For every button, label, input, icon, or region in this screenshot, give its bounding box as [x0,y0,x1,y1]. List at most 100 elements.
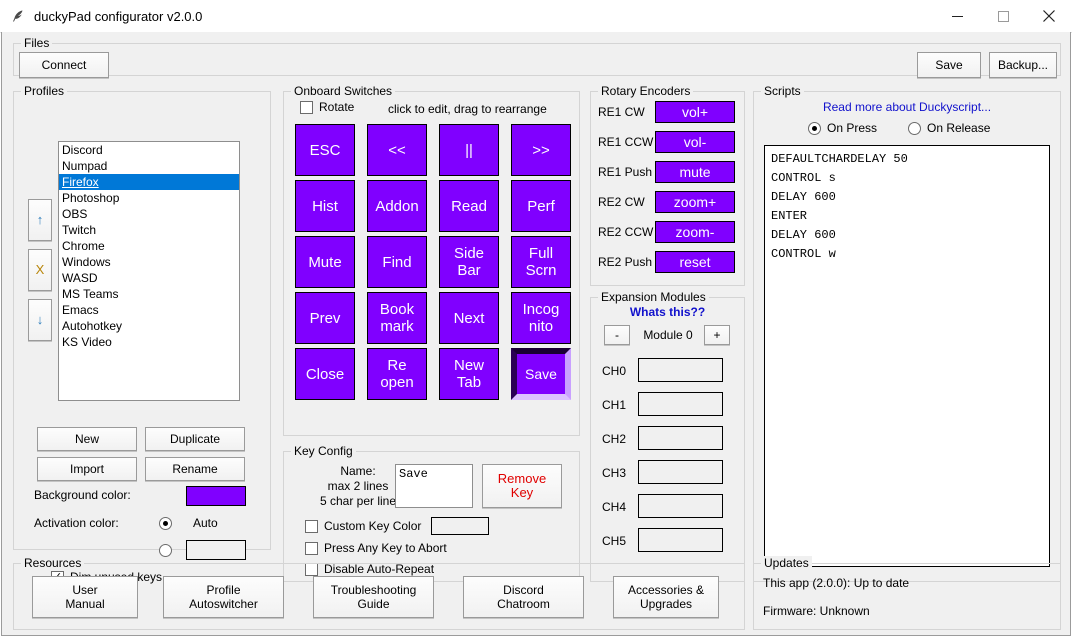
onboard-key[interactable]: Hist [295,180,355,232]
onboard-key[interactable]: Perf [511,180,571,232]
rotary-encoder-label: RE2 CCW [598,225,654,239]
profile-list-item[interactable]: Chrome [59,238,239,254]
on-press-radio[interactable]: On Press [808,120,877,136]
onboard-key[interactable]: Incog nito [511,292,571,344]
profile-list-item[interactable]: Autohotkey [59,318,239,334]
profile-list-item[interactable]: Twitch [59,222,239,238]
custom-key-color-swatch[interactable] [431,517,489,535]
onboard-key[interactable]: Mute [295,236,355,288]
remove-key-button[interactable]: Remove Key [482,464,562,508]
profile-delete-button[interactable]: X [28,249,52,291]
checkbox-box [305,541,318,555]
script-editor[interactable]: DEFAULTCHARDELAY 50 CONTROL s DELAY 600 … [764,145,1050,567]
key-name-label-line1: Name: [340,464,376,478]
onboard-key[interactable]: Save [511,348,571,400]
rotary-encoders-group: Rotary Encoders RE1 CW vol+ RE1 CCW vol- RE1… [590,84,745,286]
profile-import-button[interactable]: Import [37,457,137,481]
onboard-key[interactable]: << [367,124,427,176]
key-grid: ESC << || >> Hist Addon Read Perf Mute Find Side B… [283,91,580,421]
onboard-key[interactable]: ESC [295,124,355,176]
duckyscript-help-link[interactable]: Read more about Duckyscript... [753,100,1061,114]
onboard-key[interactable]: Side Bar [439,236,499,288]
onboard-key[interactable]: Addon [367,180,427,232]
close-icon[interactable] [1026,0,1072,32]
rotary-encoder-label: RE2 Push [598,255,653,269]
profile-list-item[interactable]: Emacs [59,302,239,318]
profile-list-item[interactable]: WASD [59,270,239,286]
expansion-channel-label: CH0 [602,364,627,378]
profile-list-item[interactable]: Windows [59,254,239,270]
expansion-channel-label: CH4 [602,500,627,514]
rotary-encoder-key[interactable]: mute [655,161,735,183]
expansion-channel-label: CH1 [602,398,627,412]
save-button[interactable]: Save [917,52,981,78]
profile-list-item[interactable]: KS Video [59,334,239,350]
custom-key-color-checkbox[interactable]: Custom Key Color [305,518,421,534]
onboard-key[interactable]: Close [295,348,355,400]
rotary-encoder-label: RE2 CW [598,195,645,209]
profiles-listbox[interactable]: Discord Numpad Firefox Photoshop OBS Twitch Ch… [58,141,240,401]
resource-button[interactable]: Discord Chatroom [463,576,584,618]
on-release-radio[interactable]: On Release [908,120,990,136]
profile-new-button[interactable]: New [37,427,137,451]
onboard-key[interactable]: >> [511,124,571,176]
onboard-key[interactable]: Book mark [367,292,427,344]
expansion-channel-label: CH3 [602,466,627,480]
rotary-encoder-key[interactable]: zoom- [655,221,735,243]
onboard-key[interactable]: Find [367,236,427,288]
expansion-channel-input[interactable] [638,392,723,416]
background-color-swatch[interactable] [186,486,246,506]
activation-color-label: Activation color: [34,516,119,530]
profile-list-item[interactable]: Firefox [59,174,239,190]
onboard-key[interactable]: || [439,124,499,176]
resource-button[interactable]: Accessories & Upgrades [613,576,719,618]
checkbox-box [305,519,318,533]
profile-move-up-button[interactable]: ↑ [28,199,52,241]
expansion-channel-label: CH5 [602,534,627,548]
background-color-label: Background color: [34,488,131,502]
profile-list-item[interactable]: MS Teams [59,286,239,302]
rotary-encoder-key[interactable]: vol- [655,131,735,153]
resource-button[interactable]: Troubleshooting Guide [313,576,434,618]
resource-button[interactable]: Profile Autoswitcher [163,576,284,618]
onboard-key[interactable]: Re open [367,348,427,400]
profile-duplicate-button[interactable]: Duplicate [145,427,245,451]
expansion-channel-input[interactable] [638,358,723,382]
rotary-encoder-label: RE1 CCW [598,135,654,149]
rotary-encoder-label: RE1 Push [598,165,653,179]
expansion-channel-input[interactable] [638,426,723,450]
resource-button[interactable]: User Manual [32,576,138,618]
connect-button[interactable]: Connect [19,52,109,78]
activation-auto-radio[interactable] [159,515,172,531]
profile-list-item[interactable]: Discord [59,142,239,158]
rotary-encoder-key[interactable]: zoom+ [655,191,735,213]
onboard-key[interactable]: Prev [295,292,355,344]
onboard-key[interactable]: Read [439,180,499,232]
resources-group: Resources User Manual Profile Autoswitche… [13,556,745,630]
onboard-key[interactable]: Full Scrn [511,236,571,288]
key-name-input[interactable]: Save [395,464,473,508]
custom-key-color-label: Custom Key Color [324,519,422,533]
expansion-channel-input[interactable] [638,494,723,518]
onboard-key[interactable]: Next [439,292,499,344]
expansion-channel-input[interactable] [638,528,723,552]
profile-list-item[interactable]: Photoshop [59,190,239,206]
window-title: duckyPad configurator v2.0.0 [34,8,203,24]
rotary-encoder-label: RE1 CW [598,105,645,119]
onboard-key[interactable]: New Tab [439,348,499,400]
profile-list-item[interactable]: Numpad [59,158,239,174]
rotary-encoder-key[interactable]: vol+ [655,101,735,123]
profile-rename-button[interactable]: Rename [145,457,245,481]
expansion-channel-input[interactable] [638,460,723,484]
activation-auto-label: Auto [193,516,218,530]
backup-button[interactable]: Backup... [989,52,1057,78]
rotary-encoder-key[interactable]: reset [655,251,735,273]
profile-move-down-button[interactable]: ↓ [28,299,52,341]
maximize-icon[interactable] [980,0,1026,32]
profile-list-item[interactable]: OBS [59,206,239,222]
title-bar: duckyPad configurator v2.0.0 [0,0,1072,33]
feather-icon [10,8,26,24]
press-any-key-abort-checkbox[interactable]: Press Any Key to Abort [305,540,447,556]
minimize-icon[interactable] [934,0,980,32]
expansion-modules-group: Expansion Modules Whats this?? - Module … [590,290,745,582]
